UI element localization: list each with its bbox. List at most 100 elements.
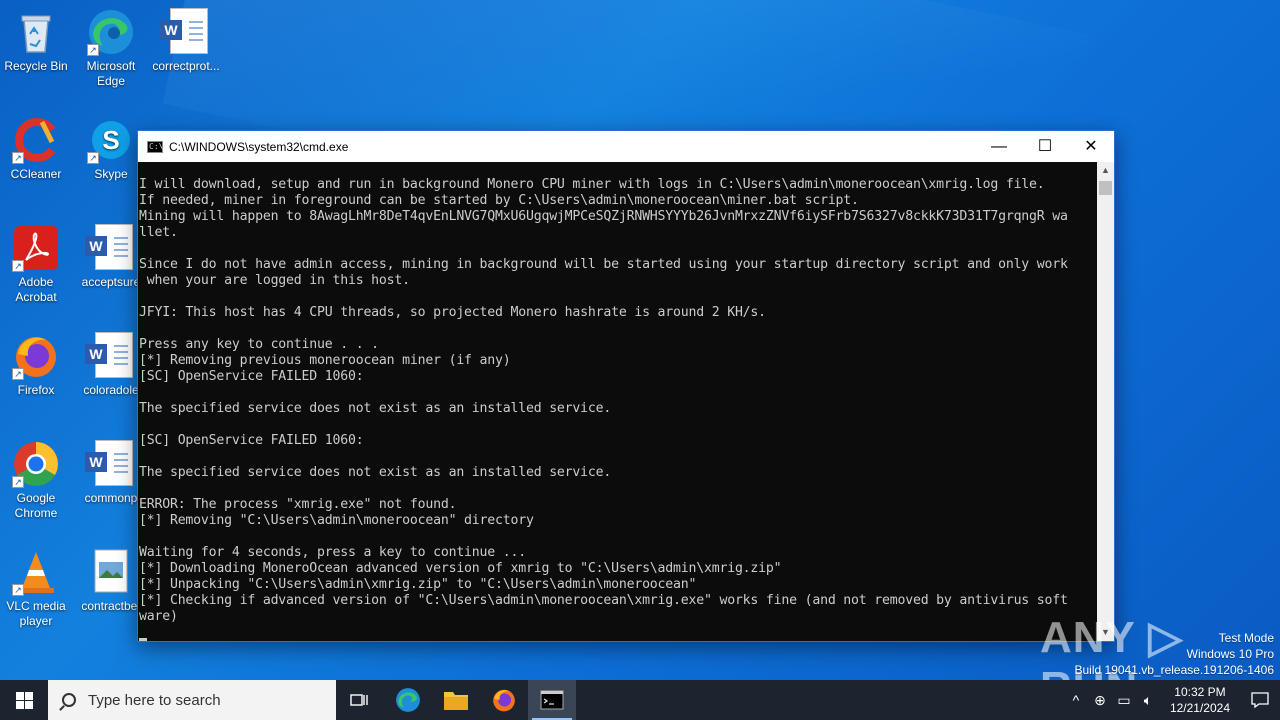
console-line: The specified service does not exist as … xyxy=(139,465,612,480)
window-title: C:\WINDOWS\system32\cmd.exe xyxy=(169,139,349,154)
desktop-icon-firefox[interactable]: ↗ Firefox xyxy=(0,332,72,398)
desktop-icon-acrobat[interactable]: ↗ Adobe Acrobat xyxy=(0,224,72,305)
clock-time: 10:32 PM xyxy=(1174,685,1226,699)
desktop-icon-label: Recycle Bin xyxy=(4,59,68,73)
scroll-up-icon[interactable]: ▲ xyxy=(1097,162,1114,179)
shortcut-arrow-icon: ↗ xyxy=(12,368,24,380)
shortcut-arrow-icon: ↗ xyxy=(12,152,24,164)
console-line: Since I do not have admin access, mining… xyxy=(139,257,1068,272)
taskbar-explorer-button[interactable] xyxy=(432,680,480,720)
console-line: [SC] OpenService FAILED 1060: xyxy=(139,369,364,384)
desktop-icon-label: VLC media player xyxy=(6,599,66,628)
word-doc-icon: W xyxy=(85,440,135,488)
desktop-icon-label: Adobe Acrobat xyxy=(15,275,57,304)
cmd-window[interactable]: C:\ C:\WINDOWS\system32\cmd.exe — ☐ ✕ I … xyxy=(137,130,1115,642)
console-line: I will download, setup and run in backgr… xyxy=(139,177,1045,192)
test-mode-label: Test Mode xyxy=(1218,631,1274,645)
console-line: [*] Removing "C:\Users\admin\moneroocean… xyxy=(139,513,534,528)
file-explorer-icon xyxy=(444,692,468,710)
skype-icon: S ↗ xyxy=(87,116,135,164)
console-line: [*] Unpacking "C:\Users\admin\xmrig.zip"… xyxy=(139,577,697,592)
word-doc-icon: W xyxy=(160,8,210,56)
minimize-button[interactable]: — xyxy=(976,131,1022,162)
taskbar-search-box[interactable]: Type here to search xyxy=(48,680,336,720)
network-icon[interactable]: ⊕ xyxy=(1088,692,1112,709)
shortcut-arrow-icon: ↗ xyxy=(87,44,99,56)
vlc-icon: ↗ xyxy=(12,548,60,596)
notification-center-button[interactable] xyxy=(1240,680,1280,720)
taskbar-cmd-button[interactable] xyxy=(528,680,576,720)
image-file-icon xyxy=(87,548,135,596)
edge-icon xyxy=(396,688,420,712)
shortcut-arrow-icon: ↗ xyxy=(12,584,24,596)
maximize-button[interactable]: ☐ xyxy=(1022,131,1068,162)
desktop-icon-label: Google Chrome xyxy=(14,491,58,520)
firefox-icon xyxy=(493,689,515,712)
console-line: [SC] OpenService FAILED 1060: xyxy=(139,433,364,448)
console-line: ware) xyxy=(139,609,178,624)
cmd-icon: C:\ xyxy=(147,140,164,153)
console-cursor xyxy=(139,625,1097,641)
desktop-icon-label: Microsoft Edge xyxy=(86,59,136,88)
search-icon xyxy=(62,693,76,707)
desktop-icon-chrome[interactable]: ↗ Google Chrome xyxy=(0,440,72,521)
taskbar-edge-button[interactable] xyxy=(384,680,432,720)
windows-logo-icon xyxy=(15,691,33,709)
taskbar-firefox-button[interactable] xyxy=(480,680,528,720)
console-line: Mining will happen to 8AwagLhMr8DeT4qvEn… xyxy=(139,209,1068,224)
console-line: ERROR: The process "xmrig.exe" not found… xyxy=(139,497,457,512)
desktop-icon-label: Firefox xyxy=(17,383,55,397)
vertical-scrollbar[interactable]: ▲ ▼ xyxy=(1097,162,1114,641)
recycle-bin-icon xyxy=(12,8,60,56)
console-line: [*] Downloading MoneroOcean advanced ver… xyxy=(139,561,782,576)
windows-edition-label: Windows 10 Pro xyxy=(1186,647,1274,661)
search-placeholder: Type here to search xyxy=(88,691,221,709)
acrobat-icon: ↗ xyxy=(12,224,60,272)
desktop-icon-edge[interactable]: ↗ Microsoft Edge xyxy=(75,8,147,89)
display-icon[interactable]: ▭ xyxy=(1112,692,1136,709)
desktop-icon-vlc[interactable]: ↗ VLC media player xyxy=(0,548,72,629)
console-line: [*] Checking if advanced version of "C:\… xyxy=(139,593,1068,608)
console-line: llet. xyxy=(139,225,178,240)
ccleaner-icon: ↗ xyxy=(12,116,60,164)
word-doc-icon: W xyxy=(85,224,135,272)
console-line: Waiting for 4 seconds, press a key to co… xyxy=(139,545,526,560)
firefox-icon: ↗ xyxy=(12,332,60,380)
volume-icon[interactable]: 🔈︎ xyxy=(1136,692,1160,709)
edge-icon: ↗ xyxy=(87,8,135,56)
desktop-icon-correctprot[interactable]: W correctprot... xyxy=(150,8,222,74)
desktop-icon-label: correctprot... xyxy=(152,59,220,73)
clock-date: 12/21/2024 xyxy=(1169,701,1230,715)
system-tray: ^ ⊕ ▭ 🔈︎ 10:32 PM 12/21/2024 xyxy=(1064,680,1280,720)
desktop-icon-ccleaner[interactable]: ↗ CCleaner xyxy=(0,116,72,182)
console-output[interactable]: I will download, setup and run in backgr… xyxy=(138,162,1097,641)
console-line: [*] Removing previous moneroocean miner … xyxy=(139,353,511,368)
show-hidden-icons-chevron-icon[interactable]: ^ xyxy=(1064,692,1088,708)
console-line: Press any key to continue . . . xyxy=(139,337,379,352)
build-label: Build 19041.vb_release.191206-1406 xyxy=(1074,663,1275,677)
task-view-button[interactable] xyxy=(336,680,384,720)
taskbar: Type here to search ^ ⊕ ▭ 🔈︎ 10:32 PM 12… xyxy=(0,680,1280,720)
notification-icon xyxy=(1251,692,1269,708)
scroll-thumb[interactable] xyxy=(1099,181,1112,195)
start-button[interactable] xyxy=(0,680,48,720)
cmd-title-bar[interactable]: C:\ C:\WINDOWS\system32\cmd.exe — ☐ ✕ xyxy=(138,131,1114,162)
cmd-icon xyxy=(540,690,564,710)
close-button[interactable]: ✕ xyxy=(1068,131,1114,162)
chrome-icon: ↗ xyxy=(12,440,60,488)
system-info: Test Mode Windows 10 Pro Build 19041.vb_… xyxy=(1075,630,1275,678)
task-view-icon xyxy=(350,694,368,706)
clock[interactable]: 10:32 PM 12/21/2024 xyxy=(1160,684,1240,716)
console-line: If needed, miner in foreground can be st… xyxy=(139,193,859,208)
desktop-icon-recycle-bin[interactable]: Recycle Bin xyxy=(0,8,72,74)
word-doc-icon: W xyxy=(85,332,135,380)
shortcut-arrow-icon: ↗ xyxy=(87,152,99,164)
console-line: The specified service does not exist as … xyxy=(139,401,612,416)
